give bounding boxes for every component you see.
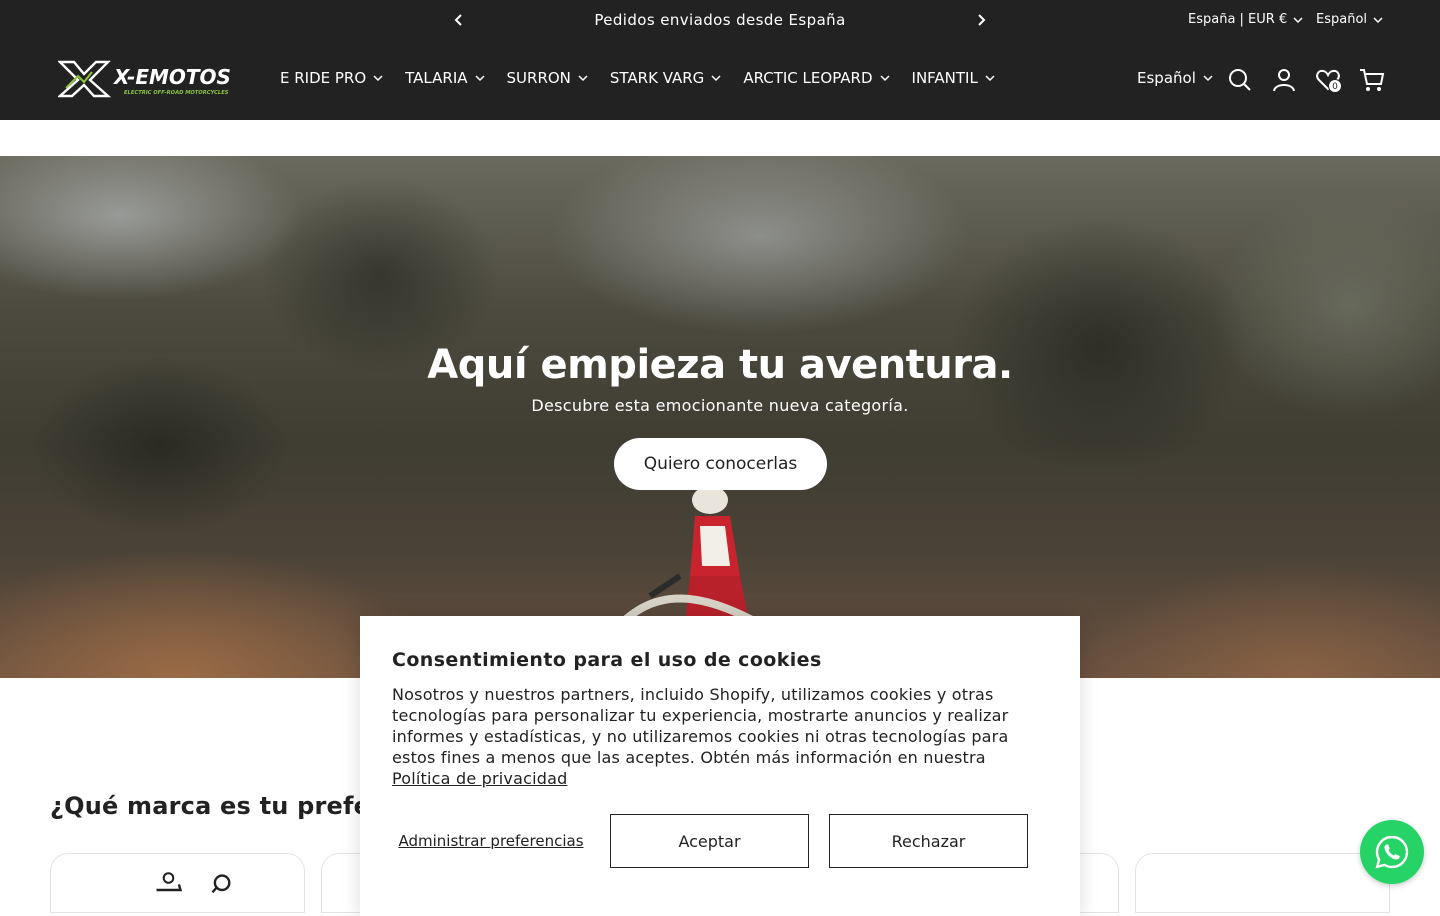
reject-cookies-button[interactable]: Rechazar	[829, 814, 1028, 868]
search-button[interactable]	[1227, 67, 1253, 93]
nav-item-surron[interactable]: SURRON	[507, 69, 588, 87]
nav-item-stark-varg[interactable]: STARK VARG	[610, 69, 721, 87]
hero-subtitle: Descubre esta emocionante nueva categorí…	[531, 396, 909, 415]
brand-card[interactable]	[50, 853, 305, 913]
nav-item-talaria[interactable]: TALARIA	[405, 69, 485, 87]
language-selector-top[interactable]: Español	[1316, 12, 1383, 27]
announcement-bar: Pedidos enviados desde España España | E…	[0, 0, 1440, 40]
brand-motorcycle-image	[156, 872, 231, 894]
nav-item-e-ride-pro[interactable]: E RIDE PRO	[280, 69, 383, 87]
cart-button[interactable]	[1359, 67, 1385, 93]
country-selector[interactable]: España | EUR €	[1188, 12, 1303, 27]
chevron-down-icon	[1293, 16, 1303, 23]
nav-item-infantil[interactable]: INFANTIL	[912, 69, 995, 87]
chevron-down-icon	[879, 75, 890, 82]
nav-item-label: E RIDE PRO	[280, 69, 367, 87]
whatsapp-chat-button[interactable]	[1360, 820, 1424, 884]
privacy-policy-link[interactable]: Política de privacidad	[392, 769, 567, 788]
site-logo[interactable]: X-EMOTOS ELECTRIC OFF-ROAD MOTORCYCLES	[58, 58, 234, 98]
search-icon	[1229, 69, 1251, 91]
chevron-down-icon	[578, 75, 588, 82]
account-button[interactable]	[1271, 67, 1297, 93]
nav-item-arctic-leopard[interactable]: ARCTIC LEOPARD	[743, 69, 890, 87]
chevron-down-icon	[985, 75, 995, 82]
hero-title: Aquí empieza tu aventura.	[427, 342, 1013, 388]
hero-cta-button[interactable]: Quiero conocerlas	[614, 438, 827, 490]
cookie-body: Nosotros y nuestros partners, incluido S…	[392, 684, 1042, 789]
country-selector-label: España | EUR €	[1188, 12, 1288, 27]
language-selector-top-label: Español	[1316, 12, 1368, 27]
nav-item-label: SURRON	[506, 69, 571, 87]
brand-card[interactable]	[1135, 853, 1390, 913]
cookie-title: Consentimiento para el uso de cookies	[392, 649, 822, 671]
nav-item-label: TALARIA	[405, 69, 468, 87]
logo-tagline: ELECTRIC OFF-ROAD MOTORCYCLES	[124, 90, 229, 96]
manage-preferences-button[interactable]: Administrar preferencias	[392, 814, 590, 868]
cookie-body-text: Nosotros y nuestros partners, incluido S…	[392, 685, 1009, 767]
chevron-down-icon	[474, 75, 485, 82]
accept-cookies-button[interactable]: Aceptar	[610, 814, 809, 868]
nav-item-label: INFANTIL	[911, 69, 978, 87]
chevron-down-icon	[1203, 75, 1213, 82]
cookie-consent-banner: Consentimiento para el uso de cookies No…	[360, 616, 1080, 916]
main-nav: E RIDE PRO TALARIA SURRON STARK VARG ARC…	[280, 69, 995, 87]
nav-item-label: ARCTIC LEOPARD	[743, 69, 873, 87]
account-icon	[1273, 69, 1295, 92]
chevron-right-icon	[978, 14, 986, 26]
language-selector[interactable]: Español	[1137, 69, 1213, 87]
chevron-down-icon	[373, 75, 383, 82]
announcement-next-button[interactable]	[970, 9, 992, 31]
language-selector-label: Español	[1137, 69, 1196, 87]
site-header: X-EMOTOS ELECTRIC OFF-ROAD MOTORCYCLES E…	[0, 40, 1440, 120]
cart-icon	[1360, 69, 1385, 91]
whatsapp-icon	[1375, 835, 1409, 869]
hero-banner: Aquí empieza tu aventura. Descubre esta …	[0, 156, 1440, 678]
wishlist-count-badge: 0	[1328, 79, 1342, 93]
chevron-down-icon	[711, 75, 721, 82]
logo-wordmark: X-EMOTOS	[112, 65, 231, 89]
chevron-down-icon	[1373, 16, 1383, 23]
nav-item-label: STARK VARG	[609, 69, 705, 87]
